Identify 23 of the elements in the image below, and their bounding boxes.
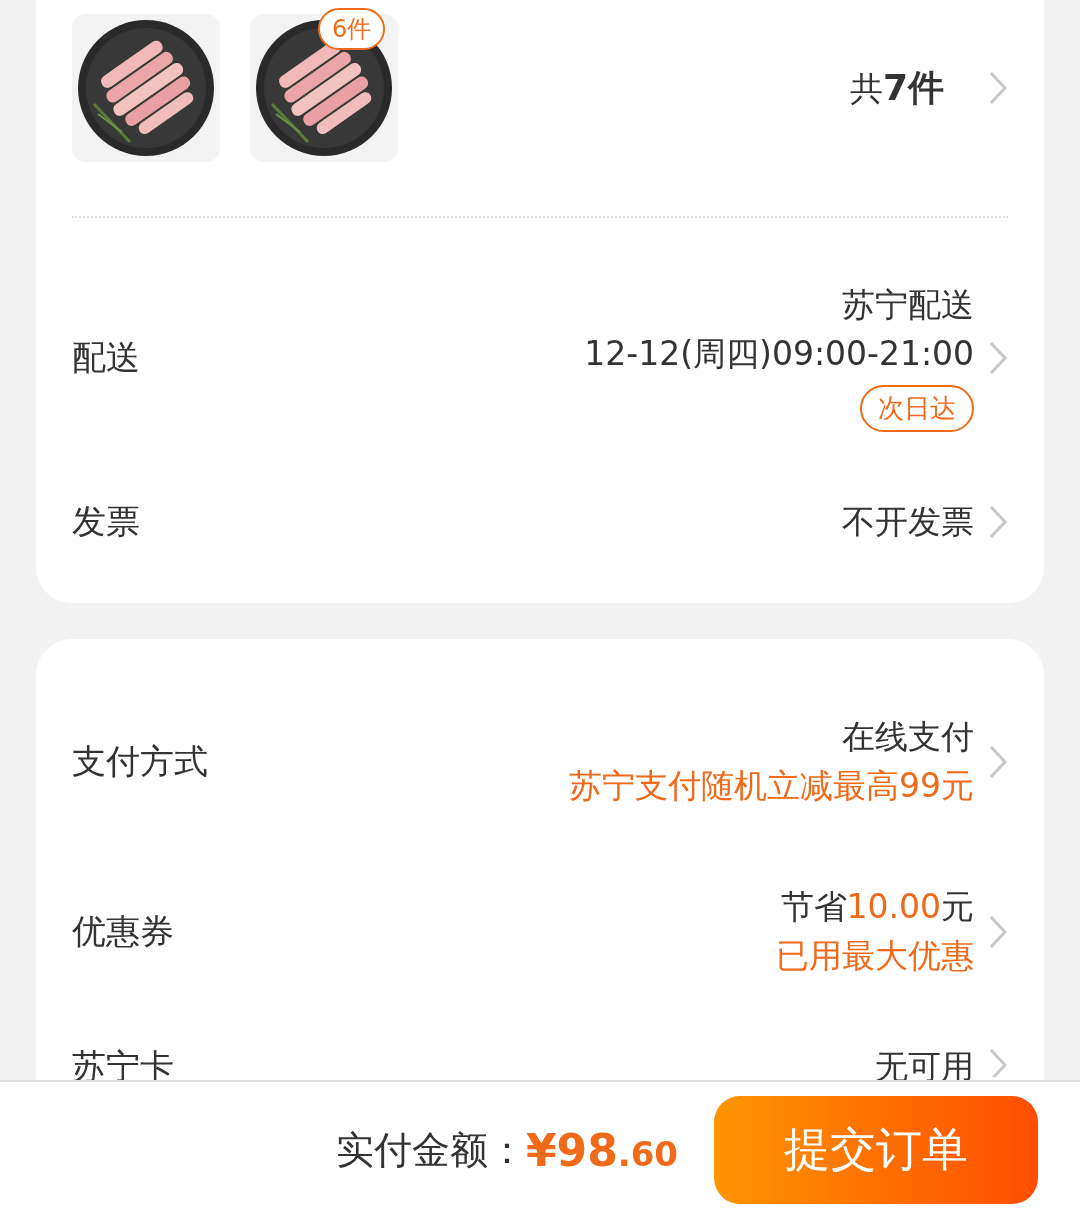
chevron-right-icon[interactable]	[988, 340, 1008, 376]
delivery-carrier: 苏宁配送	[842, 283, 974, 326]
chevron-right-icon[interactable]	[988, 70, 1008, 106]
chevron-right-icon[interactable]	[988, 914, 1008, 950]
item-count: 共7件	[849, 65, 944, 110]
chevron-right-icon[interactable]	[988, 1047, 1008, 1077]
chevron-right-icon[interactable]	[988, 744, 1008, 780]
payment-promo: 苏宁支付随机立减最高99元	[569, 765, 974, 807]
total-price: ¥98.60	[525, 1124, 678, 1176]
coupon-saving: 节省10.00元	[780, 886, 974, 929]
invoice-value: 不开发票	[842, 500, 974, 543]
delivery-label: 配送	[72, 336, 140, 379]
payment-label: 支付方式	[72, 740, 208, 783]
quantity-badge: 6件	[318, 8, 386, 50]
invoice-label: 发票	[72, 500, 140, 543]
next-day-tag: 次日达	[860, 385, 974, 433]
chevron-right-icon[interactable]	[988, 504, 1008, 540]
coupon-label: 优惠券	[72, 910, 174, 953]
amount-label: 实付金额：	[335, 1126, 526, 1174]
coupon-note: 已用最大优惠	[776, 935, 974, 977]
submit-order-button[interactable]: 提交订单	[714, 1096, 1038, 1204]
delivery-time: 12-12(周四)09:00-21:00	[584, 332, 974, 375]
payment-method: 在线支付	[842, 716, 974, 759]
